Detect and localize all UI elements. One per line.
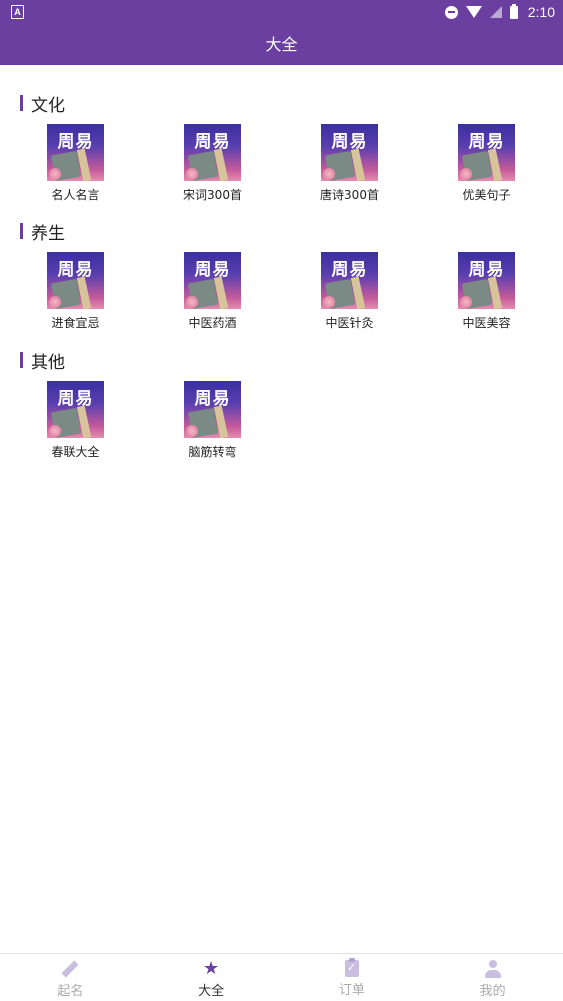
nav-item-encyclopedia[interactable]: ★ 大全 [141,954,282,1001]
item-label: 春联大全 [51,445,100,459]
item-label: 脑筋转弯 [188,445,237,459]
grid-item[interactable]: 周易 宋词300首 [144,124,281,203]
item-thumbnail: 周易 [184,381,241,438]
item-thumbnail: 周易 [47,124,104,181]
battery-icon [509,3,518,19]
item-label: 中医药酒 [188,316,237,330]
app-notification-icon: A [11,5,24,19]
grid-item[interactable]: 周易 脑筋转弯 [144,381,281,460]
section-header-culture: 文化 [20,92,65,116]
status-time: 2:10 [527,4,555,20]
nav-label: 大全 [198,984,225,999]
nav-label: 我的 [479,984,506,999]
item-thumbnail: 周易 [321,252,378,309]
dnd-icon [444,5,458,19]
nav-item-naming[interactable]: 起名 [0,954,141,1001]
section-title: 养生 [31,223,65,244]
item-thumbnail: 周易 [458,252,515,309]
section-accent-bar [20,95,23,111]
pen-icon [61,960,79,978]
section-accent-bar [20,352,23,368]
nav-item-profile[interactable]: 我的 [422,954,563,1001]
item-label: 优美句子 [462,188,511,202]
bottom-nav: 起名 ★ 大全 订单 我的 [0,953,563,1001]
wifi-icon [465,6,482,18]
item-thumbnail: 周易 [321,124,378,181]
grid-item[interactable]: 周易 春联大全 [7,381,144,460]
nav-label: 起名 [57,984,84,999]
star-icon: ★ [203,958,220,979]
grid-item[interactable]: 周易 中医针灸 [281,252,418,331]
item-label: 进食宜忌 [51,316,100,330]
app-bar: 大全 [0,24,563,65]
grid-item[interactable]: 周易 唐诗300首 [281,124,418,203]
grid-item[interactable]: 周易 进食宜忌 [7,252,144,331]
status-bar: A 2:10 [0,0,563,24]
item-thumbnail: 周易 [47,381,104,438]
grid-item[interactable]: 周易 中医药酒 [144,252,281,331]
grid-item[interactable]: 周易 优美句子 [418,124,555,203]
grid-item[interactable]: 周易 中医美容 [418,252,555,331]
item-label: 中医针灸 [325,316,374,330]
item-thumbnail: 周易 [184,124,241,181]
section-title: 其他 [31,352,65,373]
item-label: 宋词300首 [183,188,242,202]
section-title: 文化 [31,95,65,116]
signal-icon [489,6,502,18]
section-header-other: 其他 [20,349,65,373]
page-title: 大全 [265,35,298,54]
item-thumbnail: 周易 [458,124,515,181]
item-thumbnail: 周易 [184,252,241,309]
clipboard-icon [344,958,359,977]
item-label: 名人名言 [51,188,100,202]
person-icon [484,960,502,978]
section-header-health: 养生 [20,220,65,244]
nav-label: 订单 [338,983,365,998]
item-label: 唐诗300首 [320,188,379,202]
item-label: 中医美容 [462,316,511,330]
grid-item[interactable]: 周易 名人名言 [7,124,144,203]
nav-item-orders[interactable]: 订单 [282,954,423,1001]
section-accent-bar [20,223,23,239]
item-thumbnail: 周易 [47,252,104,309]
